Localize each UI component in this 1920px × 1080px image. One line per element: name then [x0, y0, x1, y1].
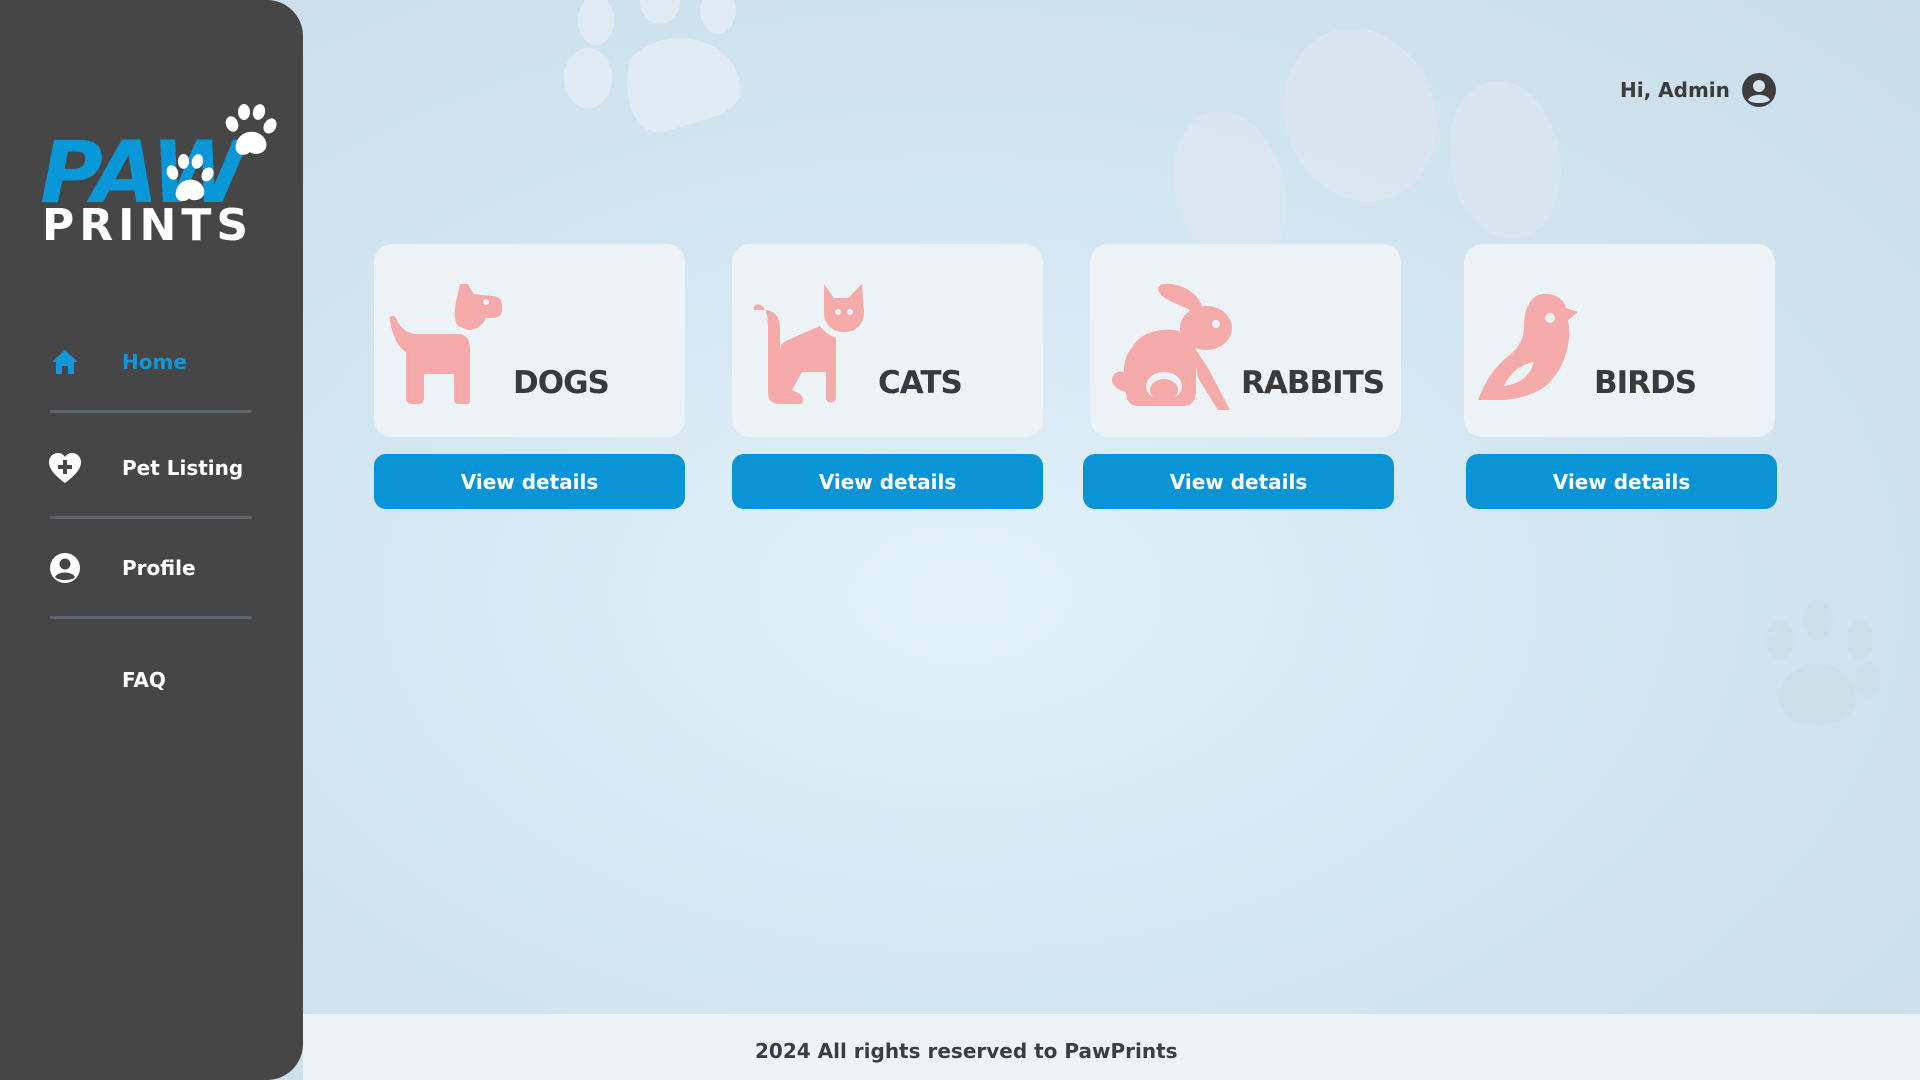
footer: 2024 All rights reserved to PawPrints: [303, 1014, 1920, 1080]
sidebar-item-faq[interactable]: FAQ: [48, 660, 258, 700]
cat-icon: [753, 284, 864, 404]
heart-plus-icon: [48, 451, 82, 485]
sidebar-item-label: Pet Listing: [122, 456, 244, 480]
category-card-dogs[interactable]: DOGS: [374, 244, 685, 437]
sidebar-item-label: FAQ: [122, 668, 166, 692]
category-card-cats[interactable]: CATS: [732, 244, 1043, 437]
pawprints-logo[interactable]: PAW PRINTS: [38, 104, 278, 254]
sidebar-item-pet-listing[interactable]: Pet Listing: [48, 448, 258, 488]
bird-icon: [1478, 293, 1578, 400]
category-title: BIRDS: [1594, 365, 1697, 401]
home-icon: [48, 345, 82, 379]
category-title: DOGS: [513, 365, 610, 401]
sidebar-item-label: Profile: [122, 556, 196, 580]
logo-prints-text: PRINTS: [42, 200, 254, 251]
view-details-button-cats[interactable]: View details: [732, 454, 1043, 509]
background-paw-icon: [564, 0, 741, 132]
view-details-button-birds[interactable]: View details: [1466, 454, 1777, 509]
category-title: RABBITS: [1241, 365, 1385, 401]
greeting-text: Hi, Admin: [1620, 78, 1730, 102]
view-details-button-dogs[interactable]: View details: [374, 454, 685, 509]
sidebar-divider: [50, 410, 252, 413]
sidebar-item-label: Home: [122, 350, 187, 374]
category-card-rabbits[interactable]: RABBITS: [1090, 244, 1401, 437]
user-circle-icon: [48, 551, 82, 585]
sidebar-divider: [50, 616, 252, 619]
dog-icon: [389, 284, 502, 404]
sidebar-item-home[interactable]: Home: [48, 342, 258, 382]
category-card-birds[interactable]: BIRDS: [1464, 244, 1775, 437]
sidebar: PAW PRINTS Home Pet Listing Profile FAQ: [0, 0, 303, 1080]
sidebar-item-profile[interactable]: Profile: [48, 548, 258, 588]
view-details-button-rabbits[interactable]: View details: [1083, 454, 1394, 509]
footer-copyright: 2024 All rights reserved to PawPrints: [755, 1039, 1178, 1063]
background-paw-icon: [1767, 600, 1880, 725]
sidebar-divider: [50, 516, 252, 519]
rabbit-icon: [1112, 283, 1232, 410]
logo-paw-icon: [225, 104, 277, 155]
logo-paw-icon: [166, 154, 214, 202]
category-title: CATS: [878, 365, 963, 401]
user-circle-icon[interactable]: [1741, 72, 1777, 108]
